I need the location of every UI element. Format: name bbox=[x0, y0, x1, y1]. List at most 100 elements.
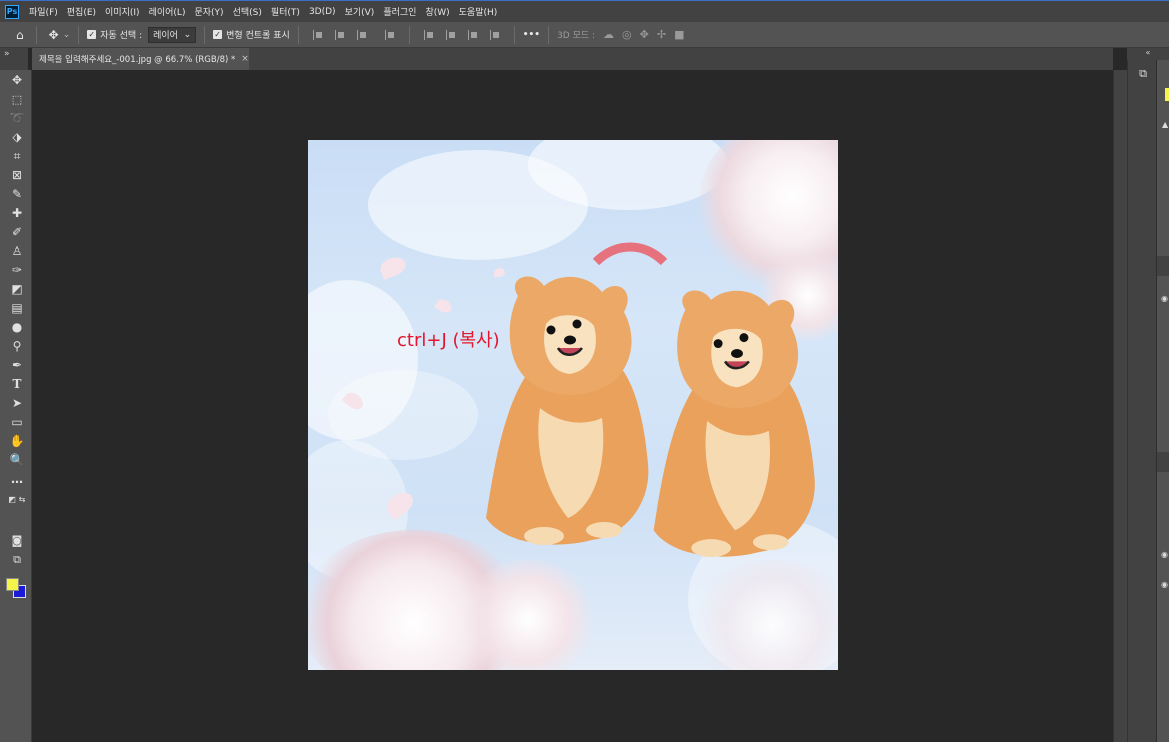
home-icon[interactable]: ⌂ bbox=[16, 28, 24, 42]
document-canvas[interactable]: ctrl+J (복사) bbox=[308, 140, 838, 670]
swap-colors-icon[interactable]: ⇆ bbox=[14, 492, 30, 508]
move-icon[interactable]: ✥ bbox=[9, 72, 25, 88]
dog-paw bbox=[752, 534, 789, 551]
document-tab-bar: 제목을 입력해주세요_-001.jpg @ 66.7% (RGB/8) * × bbox=[32, 48, 1113, 70]
move-tool-preset-icon[interactable]: ✥ bbox=[49, 28, 59, 42]
divider bbox=[513, 25, 515, 44]
menu-bar: Ps 파일(F) 편집(E) 이미지(I) 레이어(L) 문자(Y) 선택(S)… bbox=[0, 0, 1169, 22]
align-top-icon[interactable] bbox=[423, 29, 434, 40]
properties-panel-icon[interactable]: ⧉ bbox=[1135, 66, 1151, 82]
distribute-horizontal-icon[interactable] bbox=[489, 29, 500, 40]
menu-filter[interactable]: 필터(T) bbox=[271, 5, 300, 18]
menu-3d[interactable]: 3D(D) bbox=[309, 7, 336, 17]
menu-help[interactable]: 도움말(H) bbox=[459, 5, 498, 18]
3d-roll-icon[interactable]: ◎ bbox=[622, 28, 632, 41]
3d-mode-label: 3D 모드 : bbox=[557, 31, 596, 41]
panel-icon-dock: ⧉ bbox=[1127, 60, 1156, 742]
auto-select-label: 자동 선택 : bbox=[100, 31, 143, 41]
chevron-down-icon[interactable]: ⌄ bbox=[63, 30, 71, 40]
auto-select-checkbox[interactable]: ✓ bbox=[87, 30, 97, 39]
distribute-vertical-icon[interactable] bbox=[384, 29, 395, 40]
dog-nose bbox=[731, 349, 743, 358]
pomeranian-dog-image[interactable] bbox=[484, 268, 654, 550]
layers-panel-header[interactable] bbox=[1157, 452, 1169, 472]
screen-mode-icon[interactable]: ⧉ bbox=[9, 551, 25, 567]
3d-orbit-icon[interactable]: ☁ bbox=[603, 28, 614, 41]
gradient-icon[interactable]: ▤ bbox=[9, 300, 25, 316]
hand-icon[interactable]: ✋ bbox=[9, 433, 25, 449]
align-horizontal-center-icon[interactable] bbox=[334, 29, 345, 40]
visibility-icon[interactable]: ◉ bbox=[1161, 294, 1168, 303]
lasso-icon[interactable]: ➰ bbox=[9, 110, 25, 126]
close-icon[interactable]: × bbox=[241, 54, 249, 64]
pen-icon[interactable]: ✒ bbox=[9, 357, 25, 373]
rectangle-icon[interactable]: ▭ bbox=[9, 414, 25, 430]
cherry-blossom-cluster bbox=[458, 560, 598, 670]
dog-eye bbox=[713, 339, 723, 349]
document-tab[interactable]: 제목을 입력해주세요_-001.jpg @ 66.7% (RGB/8) * × bbox=[32, 48, 249, 70]
3d-slide-icon[interactable]: ✢ bbox=[657, 28, 666, 41]
document-tab-title: 제목을 입력해주세요_-001.jpg @ 66.7% (RGB/8) * bbox=[39, 55, 236, 65]
align-right-icon[interactable] bbox=[356, 29, 367, 40]
menu-edit[interactable]: 편집(E) bbox=[67, 5, 96, 18]
menu-file[interactable]: 파일(F) bbox=[29, 5, 58, 18]
layer-visibility-icon[interactable]: ◉ bbox=[1161, 550, 1168, 559]
3d-scale-icon[interactable]: ■ bbox=[674, 28, 684, 41]
vertical-scrollbar[interactable] bbox=[1113, 70, 1127, 742]
divider bbox=[35, 25, 37, 44]
panel-header[interactable] bbox=[1157, 256, 1169, 276]
arc-stroke bbox=[592, 242, 668, 266]
history-brush-icon[interactable]: ✑ bbox=[9, 262, 25, 278]
menu-view[interactable]: 보기(V) bbox=[345, 5, 375, 18]
transform-controls-label: 변형 컨트롤 표시 bbox=[226, 31, 290, 41]
photoshop-window: Ps 파일(F) 편집(E) 이미지(I) 레이어(L) 문자(Y) 선택(S)… bbox=[0, 0, 1169, 742]
type-icon[interactable]: T bbox=[9, 376, 25, 392]
photoshop-logo[interactable]: Ps bbox=[5, 4, 19, 19]
healing-brush-icon[interactable]: ✚ bbox=[9, 205, 25, 221]
menu-plugins[interactable]: 플러그인 bbox=[383, 5, 416, 18]
dog-eye bbox=[572, 319, 582, 329]
divider bbox=[204, 25, 206, 44]
pomeranian-dog-copy-image[interactable] bbox=[650, 282, 822, 562]
menu-type[interactable]: 문자(Y) bbox=[194, 5, 223, 18]
right-panel-stack: ▲ ◉ ◉ ◉ bbox=[1156, 60, 1169, 742]
dog-paw bbox=[586, 522, 622, 538]
chevron-down-icon: ⌄ bbox=[183, 29, 192, 40]
toolbar-collapse-button[interactable]: » bbox=[0, 48, 28, 70]
copy-arrow-arc bbox=[592, 242, 668, 266]
layer-visibility-icon[interactable]: ◉ bbox=[1161, 580, 1168, 589]
dog-paw bbox=[691, 539, 732, 558]
object-select-icon[interactable]: ⬗ bbox=[9, 129, 25, 145]
more-tools-icon[interactable]: ⋯ bbox=[9, 474, 25, 490]
align-left-icon[interactable] bbox=[312, 29, 323, 40]
align-vertical-center-icon[interactable] bbox=[445, 29, 456, 40]
auto-select-dropdown[interactable]: 레이어 ⌄ bbox=[148, 26, 197, 43]
transform-controls-checkbox[interactable]: ✓ bbox=[213, 30, 223, 39]
menu-window[interactable]: 창(W) bbox=[425, 5, 449, 18]
eraser-icon[interactable]: ◩ bbox=[9, 281, 25, 297]
path-select-icon[interactable]: ➤ bbox=[9, 395, 25, 411]
dodge-icon[interactable]: ⚲ bbox=[9, 338, 25, 354]
eyedropper-icon[interactable]: ✎ bbox=[9, 186, 25, 202]
frame-icon[interactable]: ⊠ bbox=[9, 167, 25, 183]
quick-mask-icon[interactable]: ◙ bbox=[9, 532, 25, 548]
3d-pan-icon[interactable]: ✥ bbox=[640, 28, 649, 41]
tools-panel: ✥ ⬚ ➰ ⬗ ⌗ ⊠ ✎ ✚ ✐ ♙ ✑ ◩ ▤ ● ⚲ ✒ T ➤ ▭ ✋ … bbox=[0, 70, 32, 742]
divider bbox=[548, 25, 550, 44]
crop-icon[interactable]: ⌗ bbox=[9, 148, 25, 164]
panels-collapse-button[interactable]: « bbox=[1127, 48, 1169, 60]
blur-icon[interactable]: ● bbox=[9, 319, 25, 335]
clone-stamp-icon[interactable]: ♙ bbox=[9, 243, 25, 259]
color-panel-swatch[interactable] bbox=[1165, 88, 1169, 101]
marquee-icon[interactable]: ⬚ bbox=[9, 91, 25, 107]
align-bottom-icon[interactable] bbox=[467, 29, 478, 40]
menu-select[interactable]: 선택(S) bbox=[233, 5, 262, 18]
zoom-icon[interactable]: 🔍 bbox=[9, 452, 25, 468]
more-options-button[interactable]: ••• bbox=[523, 30, 540, 40]
brush-icon[interactable]: ✐ bbox=[9, 224, 25, 240]
foreground-color-swatch[interactable] bbox=[6, 578, 19, 591]
menu-image[interactable]: 이미지(I) bbox=[105, 5, 140, 18]
shortcut-annotation: ctrl+J (복사) bbox=[397, 330, 500, 351]
menu-layer[interactable]: 레이어(L) bbox=[149, 5, 186, 18]
falling-petal bbox=[377, 254, 409, 280]
